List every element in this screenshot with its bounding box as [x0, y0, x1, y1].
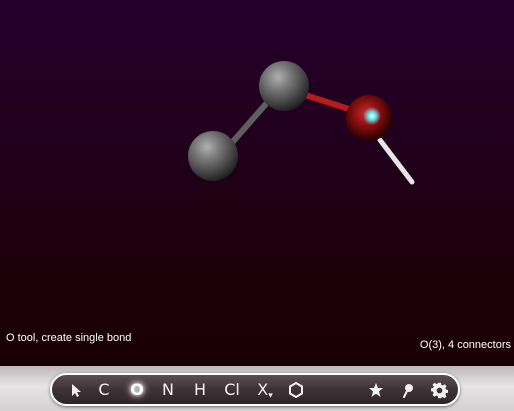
ring-tool-button[interactable] — [284, 380, 308, 400]
toolbar: C O N H Cl X▾ — [50, 373, 460, 406]
molecule-canvas[interactable] — [0, 0, 514, 366]
atom-info-readout: O(3), 4 connectors — [419, 339, 511, 351]
bond-carbon-carbon[interactable] — [227, 94, 275, 148]
settings-button[interactable] — [428, 380, 450, 400]
carbon-atom[interactable] — [259, 61, 309, 111]
select-tool-button[interactable] — [66, 380, 86, 400]
status-message: O tool, create single bond — [6, 332, 132, 344]
selection-highlight — [363, 107, 381, 125]
carbon-tool-button[interactable]: C — [94, 380, 114, 400]
other-element-label: X — [257, 380, 269, 399]
bond-oxygen-hydrogen[interactable] — [377, 137, 415, 185]
star-icon — [369, 383, 383, 397]
chlorine-tool-button[interactable]: Cl — [220, 380, 244, 400]
arrow-cursor-icon — [72, 384, 81, 397]
carbon-atom[interactable] — [188, 131, 238, 181]
molecule-viewport[interactable]: O tool, create single bond O(3), 4 conne… — [0, 0, 514, 366]
bond-carbon-oxygen[interactable] — [299, 91, 355, 113]
pin-icon — [403, 384, 413, 398]
chevron-down-icon: ▾ — [268, 391, 273, 401]
probe-tool-button[interactable] — [397, 380, 419, 400]
hydrogen-tool-button[interactable]: H — [190, 380, 210, 400]
nitrogen-tool-button[interactable]: N — [158, 380, 178, 400]
other-element-tool-button[interactable]: X▾ — [252, 380, 278, 401]
favorite-button[interactable] — [365, 380, 387, 400]
gear-icon — [430, 382, 448, 399]
oxygen-tool-button[interactable]: O — [126, 380, 148, 400]
hexagon-icon — [289, 382, 303, 398]
